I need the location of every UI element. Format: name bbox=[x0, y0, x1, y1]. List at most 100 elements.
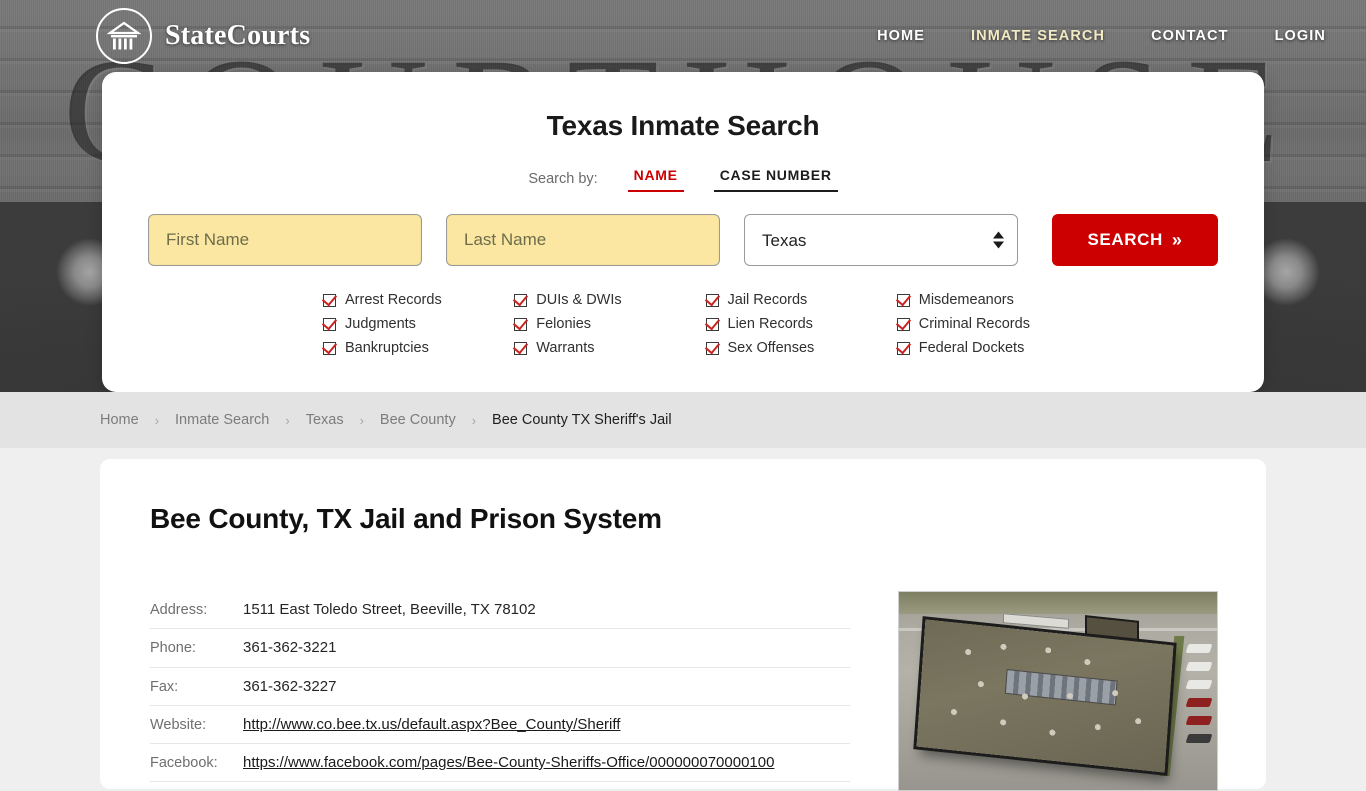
breadcrumb-item-home[interactable]: Home bbox=[100, 412, 139, 428]
checkbox-label: Warrants bbox=[536, 340, 595, 356]
facebook-link[interactable]: https://www.facebook.com/pages/Bee-Count… bbox=[243, 754, 774, 771]
checkbox-label: Criminal Records bbox=[918, 316, 1030, 332]
detail-key-address: Address: bbox=[150, 602, 208, 618]
breadcrumb-item-bee-county[interactable]: Bee County bbox=[380, 412, 456, 428]
breadcrumb-item-inmate-search[interactable]: Inmate Search bbox=[175, 412, 269, 428]
chevron-right-icon: › bbox=[154, 412, 160, 428]
breadcrumb-item-texas[interactable]: Texas bbox=[306, 412, 344, 428]
checkbox-bankruptcies[interactable]: Bankruptcies bbox=[323, 336, 514, 360]
checkmark-icon bbox=[323, 341, 336, 355]
checkbox-label: Felonies bbox=[536, 316, 592, 332]
detail-value-facebook: https://www.facebook.com/pages/Bee-Count… bbox=[243, 753, 774, 773]
tab-search-by-name[interactable]: NAME bbox=[627, 166, 684, 192]
state-select-wrapper: Texas bbox=[744, 214, 1018, 266]
last-name-input[interactable] bbox=[446, 214, 720, 266]
checkbox-label: Misdemeanors bbox=[918, 292, 1014, 308]
checkmark-icon bbox=[323, 317, 336, 331]
checkbox-judgments[interactable]: Judgments bbox=[323, 312, 514, 336]
double-chevron-right-icon: » bbox=[1171, 230, 1183, 250]
satellite-car bbox=[1185, 680, 1213, 689]
checkmark-icon bbox=[896, 317, 910, 331]
inmate-search-card: Texas Inmate Search Search by: NAME CASE… bbox=[102, 72, 1264, 392]
top-navigation-bar: StateCourts HOME INMATE SEARCH CONTACT L… bbox=[0, 0, 1366, 72]
checkmark-icon bbox=[705, 317, 719, 331]
detail-value-fax: 361-362-3227 bbox=[243, 677, 337, 695]
checkbox-lien-records[interactable]: Lien Records bbox=[705, 312, 897, 336]
checkmark-icon bbox=[705, 293, 719, 307]
checkbox-label: Sex Offenses bbox=[727, 340, 815, 356]
search-button-label: SEARCH bbox=[1087, 230, 1163, 249]
checkmark-icon bbox=[514, 317, 528, 331]
facility-detail-table: Address: 1511 East Toledo Street, Beevil… bbox=[150, 591, 850, 791]
checkbox-misdemeanors[interactable]: Misdemeanors bbox=[896, 288, 1088, 312]
checkbox-label: Judgments bbox=[345, 316, 416, 332]
checkbox-label: Arrest Records bbox=[345, 292, 442, 308]
courthouse-icon bbox=[96, 8, 152, 64]
brand-logo[interactable]: StateCourts bbox=[96, 8, 310, 64]
nav-item-home[interactable]: HOME bbox=[877, 28, 925, 44]
checkbox-sex-offenses[interactable]: Sex Offenses bbox=[705, 336, 897, 360]
satellite-jail-building bbox=[916, 619, 1174, 773]
checkbox-label: Jail Records bbox=[727, 292, 808, 308]
search-by-label: Search by: bbox=[528, 171, 598, 187]
search-form-row: Texas SEARCH » bbox=[148, 214, 1218, 266]
checkbox-warrants[interactable]: Warrants bbox=[514, 336, 705, 360]
page-title: Bee County, TX Jail and Prison System bbox=[150, 503, 662, 534]
checkmark-icon bbox=[514, 341, 528, 355]
satellite-car bbox=[1185, 734, 1213, 743]
state-select[interactable]: Texas bbox=[744, 214, 1018, 266]
facility-detail-card: Bee County, TX Jail and Prison System Ad… bbox=[100, 459, 1266, 791]
satellite-car bbox=[1185, 716, 1213, 725]
detail-value-website: http://www.co.bee.tx.us/default.aspx?Bee… bbox=[243, 715, 620, 735]
breadcrumb-item-current: Bee County TX Sheriff's Jail bbox=[492, 412, 672, 428]
checkmark-icon bbox=[514, 293, 528, 307]
detail-key-website: Website: bbox=[150, 716, 207, 733]
checkbox-label: DUIs & DWIs bbox=[536, 292, 622, 308]
table-row: Phone: 361-362-3221 bbox=[150, 629, 850, 668]
brand-name: StateCourts bbox=[165, 20, 311, 51]
table-row: Fax: 361-362-3227 bbox=[150, 668, 850, 706]
chevron-right-icon: › bbox=[471, 412, 477, 428]
record-type-checkbox-grid: Arrest Records DUIs & DWIs Jail Records … bbox=[148, 288, 1218, 360]
satellite-car bbox=[1185, 698, 1213, 707]
satellite-car bbox=[1185, 644, 1213, 653]
satellite-car bbox=[1185, 662, 1213, 671]
checkbox-arrest-records[interactable]: Arrest Records bbox=[323, 288, 514, 312]
checkbox-label: Lien Records bbox=[727, 316, 813, 332]
search-by-row: Search by: NAME CASE NUMBER bbox=[148, 166, 1218, 192]
facility-detail-wrapper: Address: 1511 East Toledo Street, Beevil… bbox=[150, 591, 1218, 791]
detail-key-phone: Phone: bbox=[150, 640, 196, 657]
facility-satellite-photo bbox=[898, 591, 1218, 791]
checkbox-federal-dockets[interactable]: Federal Dockets bbox=[896, 336, 1088, 360]
satellite-grass-strip bbox=[899, 592, 1217, 614]
first-name-input[interactable] bbox=[148, 214, 422, 266]
checkbox-jail-records[interactable]: Jail Records bbox=[705, 288, 897, 312]
detail-value-phone: 361-362-3221 bbox=[243, 639, 337, 657]
website-link[interactable]: http://www.co.bee.tx.us/default.aspx?Bee… bbox=[243, 716, 620, 733]
hero-banner: COURTHOUSE StateCourts HOME INMATE SEARC… bbox=[0, 0, 1366, 392]
detail-key-fax: Fax: bbox=[150, 678, 179, 695]
checkbox-label: Bankruptcies bbox=[345, 340, 429, 356]
tab-search-by-case-number[interactable]: CASE NUMBER bbox=[713, 166, 838, 192]
chevron-right-icon: › bbox=[285, 412, 290, 428]
chevron-right-icon: › bbox=[359, 412, 364, 428]
nav-item-contact[interactable]: CONTACT bbox=[1151, 28, 1229, 44]
table-row: Website: http://www.co.bee.tx.us/default… bbox=[150, 706, 850, 744]
nav-item-login[interactable]: LOGIN bbox=[1275, 28, 1326, 44]
satellite-image bbox=[899, 592, 1217, 790]
detail-key-facebook: Facebook: bbox=[150, 755, 218, 771]
checkbox-felonies[interactable]: Felonies bbox=[514, 312, 705, 336]
nav-item-inmate-search[interactable]: INMATE SEARCH bbox=[971, 28, 1105, 44]
search-button[interactable]: SEARCH » bbox=[1052, 214, 1218, 266]
main-navigation: HOME INMATE SEARCH CONTACT LOGIN bbox=[877, 28, 1326, 44]
satellite-parked-cars bbox=[1185, 644, 1213, 752]
search-card-title: Texas Inmate Search bbox=[546, 110, 820, 141]
breadcrumb: Home › Inmate Search › Texas › Bee Count… bbox=[100, 412, 672, 428]
checkmark-icon bbox=[896, 293, 910, 307]
breadcrumb-bar: Home › Inmate Search › Texas › Bee Count… bbox=[0, 392, 1366, 448]
checkmark-icon bbox=[896, 341, 910, 355]
checkbox-label: Federal Dockets bbox=[918, 340, 1025, 356]
checkbox-criminal-records[interactable]: Criminal Records bbox=[896, 312, 1088, 336]
checkmark-icon bbox=[323, 293, 336, 307]
checkbox-duis-dwis[interactable]: DUIs & DWIs bbox=[514, 288, 705, 312]
